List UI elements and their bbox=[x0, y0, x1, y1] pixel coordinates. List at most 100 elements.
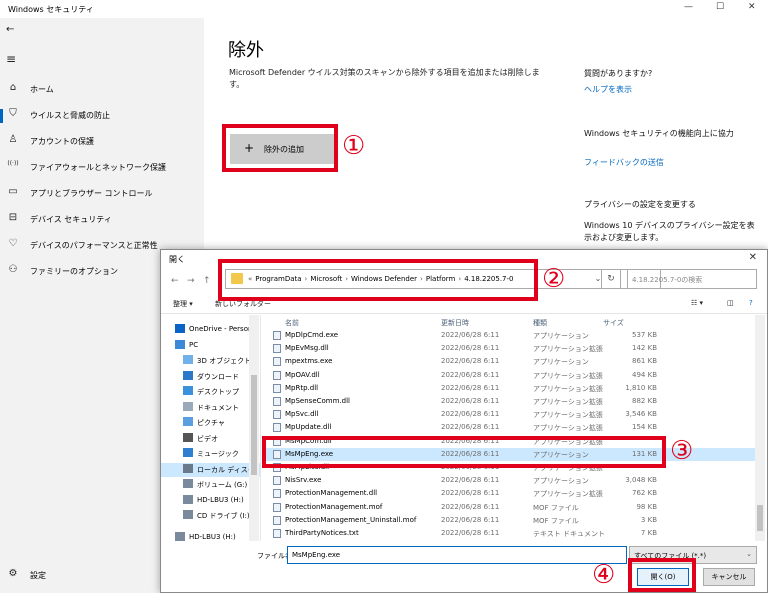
tree-scrollbar[interactable] bbox=[249, 315, 259, 541]
file-icon bbox=[273, 489, 281, 499]
maximize-button[interactable]: ☐ bbox=[716, 2, 724, 12]
hamburger-menu-icon[interactable]: ≡ bbox=[6, 52, 16, 66]
folder-icon bbox=[183, 510, 193, 519]
column-header-name[interactable]: 名前 bbox=[285, 318, 299, 328]
tree-item[interactable]: PC bbox=[161, 339, 260, 353]
sidebar-item-icon: ▭ bbox=[8, 186, 18, 197]
file-date: 2022/06/28 6:11 bbox=[441, 370, 500, 379]
folder-icon bbox=[175, 531, 185, 541]
minimize-button[interactable]: — bbox=[684, 2, 693, 12]
tree-item[interactable]: ドキュメント bbox=[161, 401, 260, 415]
file-size: 3,546 KB bbox=[625, 410, 657, 419]
file-row[interactable]: MpSenseComm.dll 2022/06/28 6:11 アプリケーション拡張… bbox=[265, 395, 759, 408]
tree-item[interactable]: HD-LBU3 (H:) bbox=[161, 494, 260, 508]
file-row[interactable]: MpOAV.dll 2022/06/28 6:11 アプリケーション拡張 494 KB bbox=[265, 369, 759, 382]
file-list-scrollbar[interactable] bbox=[755, 315, 765, 541]
file-row[interactable]: MpRtp.dll 2022/06/28 6:11 アプリケーション拡張 1,810 … bbox=[265, 382, 759, 395]
file-icon bbox=[273, 370, 281, 380]
file-row[interactable]: ProtectionManagement.dll 2022/06/28 6:11 ア… bbox=[265, 487, 759, 500]
file-row[interactable]: NisSrv.exe 2022/06/28 6:11 アプリケーション 3,048 K… bbox=[265, 474, 759, 487]
scrollbar-thumb[interactable] bbox=[757, 505, 763, 531]
up-icon[interactable]: ↑ bbox=[203, 276, 211, 286]
tree-item[interactable]: ビデオ bbox=[161, 432, 260, 446]
view-options-button[interactable]: ☷ ▾ bbox=[691, 299, 703, 307]
help-icon[interactable]: ? bbox=[749, 299, 753, 307]
tree-item[interactable]: HD-LBU3 (H:) bbox=[161, 531, 260, 542]
file-name: ProtectionManagement_Uninstall.mof bbox=[285, 515, 417, 524]
file-row[interactable]: ProtectionManagement.mof 2022/06/28 6:11 M… bbox=[265, 501, 759, 514]
improve-heading: Windows セキュリティの機能向上に協力 bbox=[584, 129, 734, 138]
file-size: 762 KB bbox=[632, 489, 657, 498]
file-type: アプリケーション拡張 bbox=[533, 345, 603, 354]
folder-icon bbox=[183, 386, 193, 395]
tree-item-label: ミュージック bbox=[197, 450, 239, 458]
sidebar-item[interactable]: ⊟ デバイス セキュリティ bbox=[0, 210, 204, 230]
gear-icon: ⚙ bbox=[8, 568, 18, 579]
filename-input[interactable]: MsMpEng.exe bbox=[287, 546, 627, 564]
file-row[interactable]: MpDlpCmd.exe 2022/06/28 6:11 アプリケーション 537 K… bbox=[265, 329, 759, 342]
tree-item[interactable]: 3D オブジェクト bbox=[161, 354, 260, 368]
column-header-size[interactable]: サイズ bbox=[603, 318, 624, 328]
file-size: 7 KB bbox=[640, 529, 657, 537]
tree-item[interactable]: ダウンロード bbox=[161, 370, 260, 384]
file-row[interactable]: ProtectionManagement_Uninstall.mof 2022/0… bbox=[265, 514, 759, 527]
cancel-button[interactable]: キャンセル bbox=[703, 568, 755, 586]
file-date: 2022/06/28 6:11 bbox=[441, 344, 500, 353]
dialog-title: 開く bbox=[169, 255, 185, 264]
file-row[interactable]: MpEvMsg.dll 2022/06/28 6:11 アプリケーション拡張 142 … bbox=[265, 342, 759, 355]
file-type: アプリケーション bbox=[533, 358, 589, 367]
help-link[interactable]: ヘルプを表示 bbox=[584, 84, 632, 95]
folder-icon bbox=[183, 355, 193, 364]
search-input[interactable]: 4.18.2205.7-0の検索 bbox=[627, 269, 757, 289]
sidebar-item-label: ファミリーのオプション bbox=[30, 267, 118, 276]
tree-item-label: ダウンロード bbox=[197, 372, 239, 381]
sidebar-item[interactable]: ▭ アプリとブラウザー コントロール bbox=[0, 184, 204, 204]
page-title: 除外 bbox=[228, 40, 264, 61]
refresh-icon[interactable]: ↻ bbox=[601, 269, 621, 289]
sidebar-item[interactable]: ⛉ ウイルスと脅威の防止 bbox=[0, 106, 204, 126]
folder-icon bbox=[175, 324, 185, 333]
tree-item[interactable]: ピクチャ bbox=[161, 416, 260, 430]
tree-item-label: ビデオ bbox=[197, 434, 218, 443]
file-type: MOF ファイル bbox=[533, 516, 579, 525]
organize-button[interactable]: 整理 ▾ bbox=[173, 299, 193, 309]
forward-icon[interactable]: → bbox=[187, 276, 195, 286]
preview-pane-icon[interactable]: ◫ bbox=[727, 299, 734, 307]
file-type: アプリケーション拡張 bbox=[533, 490, 603, 499]
file-row[interactable]: mpextms.exe 2022/06/28 6:11 アプリケーション 861 KB bbox=[265, 355, 759, 368]
sidebar-item[interactable]: ♙ アカウントの保護 bbox=[0, 132, 204, 152]
file-type: アプリケーション拡張 bbox=[533, 424, 603, 433]
column-header-date[interactable]: 更新日時 bbox=[441, 318, 469, 328]
file-name: ProtectionManagement.mof bbox=[285, 502, 383, 511]
dialog-close-icon[interactable]: ✕ bbox=[749, 252, 757, 263]
file-size: 861 KB bbox=[632, 357, 657, 366]
scrollbar-thumb[interactable] bbox=[251, 375, 257, 475]
sidebar-item-icon: ♡ bbox=[8, 238, 18, 249]
tree-item-label: HD-LBU3 (H:) bbox=[189, 532, 236, 541]
file-date: 2022/06/28 6:11 bbox=[441, 423, 500, 432]
column-header-type[interactable]: 種類 bbox=[533, 318, 547, 328]
help-heading: 質問がありますか? bbox=[584, 69, 653, 78]
tree-item[interactable]: ボリューム (G:) bbox=[161, 478, 260, 492]
back-arrow-icon[interactable]: ← bbox=[6, 24, 14, 35]
sidebar-item-settings[interactable]: ⚙ 設定 bbox=[0, 566, 160, 586]
tree-item[interactable]: CD ドライブ (I:) bbox=[161, 509, 260, 523]
file-type: アプリケーション拡張 bbox=[533, 411, 603, 420]
close-button[interactable]: ✕ bbox=[748, 2, 756, 12]
file-size: 537 KB bbox=[632, 331, 657, 339]
sidebar-item-label: デバイス セキュリティ bbox=[30, 215, 112, 224]
file-row[interactable]: MpUpdate.dll 2022/06/28 6:11 アプリケーション拡張 154… bbox=[265, 421, 759, 434]
annotation-number-2: ② bbox=[542, 264, 566, 294]
back-icon[interactable]: ← bbox=[171, 276, 179, 286]
sidebar-item[interactable]: ⌂ ホーム bbox=[0, 80, 204, 100]
tree-item[interactable]: ローカル ディスク (C bbox=[161, 462, 260, 477]
sidebar-item[interactable]: ((·)) ファイアウォールとネットワーク保護 bbox=[0, 158, 204, 178]
tree-item[interactable]: OneDrive - Person bbox=[161, 323, 260, 337]
feedback-link[interactable]: フィードバックの送信 bbox=[584, 157, 664, 168]
file-size: 98 KB bbox=[636, 502, 657, 511]
folder-icon bbox=[183, 401, 193, 411]
tree-item[interactable]: ミュージック bbox=[161, 447, 260, 461]
tree-item[interactable]: デスクトップ bbox=[161, 385, 260, 399]
file-row[interactable]: MpSvc.dll 2022/06/28 6:11 アプリケーション拡張 3,546 … bbox=[265, 408, 759, 421]
file-row[interactable]: ThirdPartyNotices.txt 2022/06/28 6:11 テキスト… bbox=[265, 527, 759, 540]
